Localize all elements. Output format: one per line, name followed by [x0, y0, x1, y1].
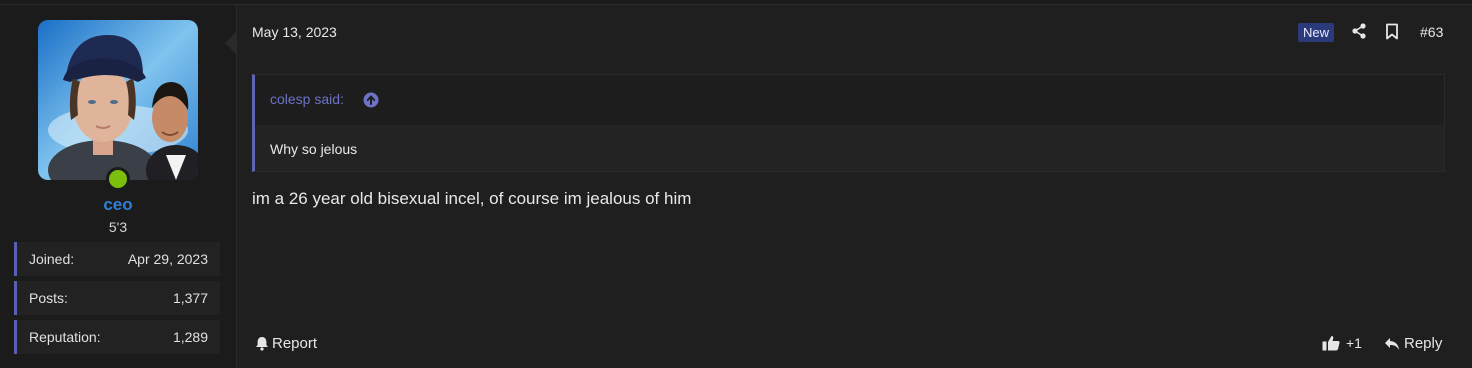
quote-body: Why so jelous	[255, 125, 1444, 171]
quote-author-link[interactable]: colesp said:	[270, 91, 344, 107]
like-count: +1	[1346, 335, 1362, 351]
bookmark-icon[interactable]	[1385, 23, 1399, 40]
like-button[interactable]: +1	[1322, 335, 1362, 351]
quote-text: Why so jelous	[270, 141, 358, 157]
user-title: 5'3	[108, 219, 128, 235]
reply-label: Reply	[1404, 335, 1443, 352]
report-button[interactable]: Report	[255, 335, 317, 352]
bell-icon	[256, 337, 268, 351]
stat-label: Reputation:	[29, 329, 101, 345]
stat-joined: Joined: Apr 29, 2023	[14, 242, 220, 276]
online-status-indicator	[106, 167, 130, 191]
share-icon[interactable]	[1351, 23, 1367, 39]
stat-reputation: Reputation: 1,289	[14, 320, 220, 354]
reply-button[interactable]: Reply	[1384, 335, 1442, 352]
stat-label: Posts:	[29, 290, 68, 306]
stat-value: 1,377	[172, 290, 208, 306]
quote-header: colesp said:	[255, 75, 1444, 125]
username[interactable]: ceo	[0, 195, 236, 215]
go-to-quoted-post-icon[interactable]	[363, 92, 379, 108]
report-label: Report	[272, 335, 318, 352]
thumbs-up-icon	[1322, 336, 1340, 351]
quote-block: colesp said: Why so jelous	[252, 74, 1445, 172]
reply-icon	[1385, 337, 1399, 350]
post-main: May 13, 2023 New #63 colesp said: Why so…	[237, 5, 1472, 368]
stat-posts: Posts: 1,377	[14, 281, 220, 315]
post-date[interactable]: May 13, 2023	[252, 24, 337, 40]
post-container: ceo 5'3 Joined: Apr 29, 2023 Posts: 1,37…	[0, 4, 1472, 368]
stat-value: Apr 29, 2023	[127, 251, 208, 267]
avatar[interactable]	[38, 20, 198, 180]
post-message: im a 26 year old bisexual incel, of cour…	[252, 189, 692, 208]
post-number-link[interactable]: #63	[1420, 24, 1443, 40]
stat-value: 1,289	[172, 329, 208, 345]
user-sidebar: ceo 5'3 Joined: Apr 29, 2023 Posts: 1,37…	[0, 5, 237, 368]
new-badge: New	[1298, 23, 1335, 42]
post-pointer-arrow	[225, 31, 237, 55]
stat-label: Joined:	[29, 251, 75, 267]
